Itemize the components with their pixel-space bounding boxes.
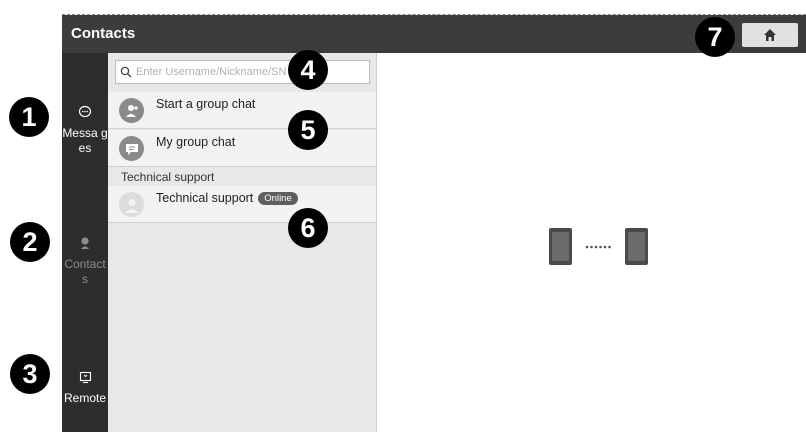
section-header: Technical support xyxy=(121,170,215,184)
nav-contacts-label: Contact s xyxy=(64,257,106,286)
contacts-window: Contacts Messa ges Contact s Remote Ente… xyxy=(62,14,806,432)
start-group-chat-item[interactable]: Start a group chat xyxy=(108,92,376,129)
contacts-icon xyxy=(81,237,89,249)
side-nav: Messa ges Contact s Remote xyxy=(62,53,108,432)
group-chat-icon xyxy=(119,136,144,161)
start-group-chat-label: Start a group chat xyxy=(156,97,256,111)
remote-screen-icon xyxy=(79,371,91,384)
page-title: Contacts xyxy=(71,25,136,42)
contact-name: Technical support xyxy=(156,191,254,205)
callout-7: 7 xyxy=(695,17,735,57)
callout-6: 6 xyxy=(288,208,328,248)
add-group-icon xyxy=(119,98,144,123)
screen: Contacts Messa ges Contact s Remote Ente… xyxy=(0,0,806,432)
technical-support-contact[interactable]: Technical support Online xyxy=(108,186,376,223)
contact-name-line: Technical support Online xyxy=(156,191,298,205)
callout-2: 2 xyxy=(10,222,50,262)
my-group-chat-item[interactable]: My group chat xyxy=(108,130,376,167)
nav-remote-label: Remote xyxy=(63,391,107,405)
search-icon xyxy=(120,66,132,78)
home-button[interactable] xyxy=(742,23,798,47)
nav-remote[interactable]: Remote xyxy=(62,371,108,406)
nav-contacts[interactable]: Contact s xyxy=(62,236,108,287)
device-connect-icon xyxy=(549,228,648,265)
chat-bubble-icon xyxy=(78,105,92,118)
callout-4: 4 xyxy=(288,50,328,90)
home-icon xyxy=(764,29,776,41)
callout-5: 5 xyxy=(288,110,328,150)
callout-1: 1 xyxy=(9,97,49,137)
my-group-chat-label: My group chat xyxy=(156,135,236,149)
contacts-panel: Start a group chat My group chat Technic… xyxy=(108,53,377,432)
search-box[interactable] xyxy=(115,60,370,84)
contact-avatar xyxy=(119,192,144,217)
callout-3: 3 xyxy=(10,354,50,394)
nav-messages-label: Messa ges xyxy=(62,126,108,155)
status-badge: Online xyxy=(258,192,298,205)
nav-messages[interactable]: Messa ges xyxy=(62,105,108,156)
